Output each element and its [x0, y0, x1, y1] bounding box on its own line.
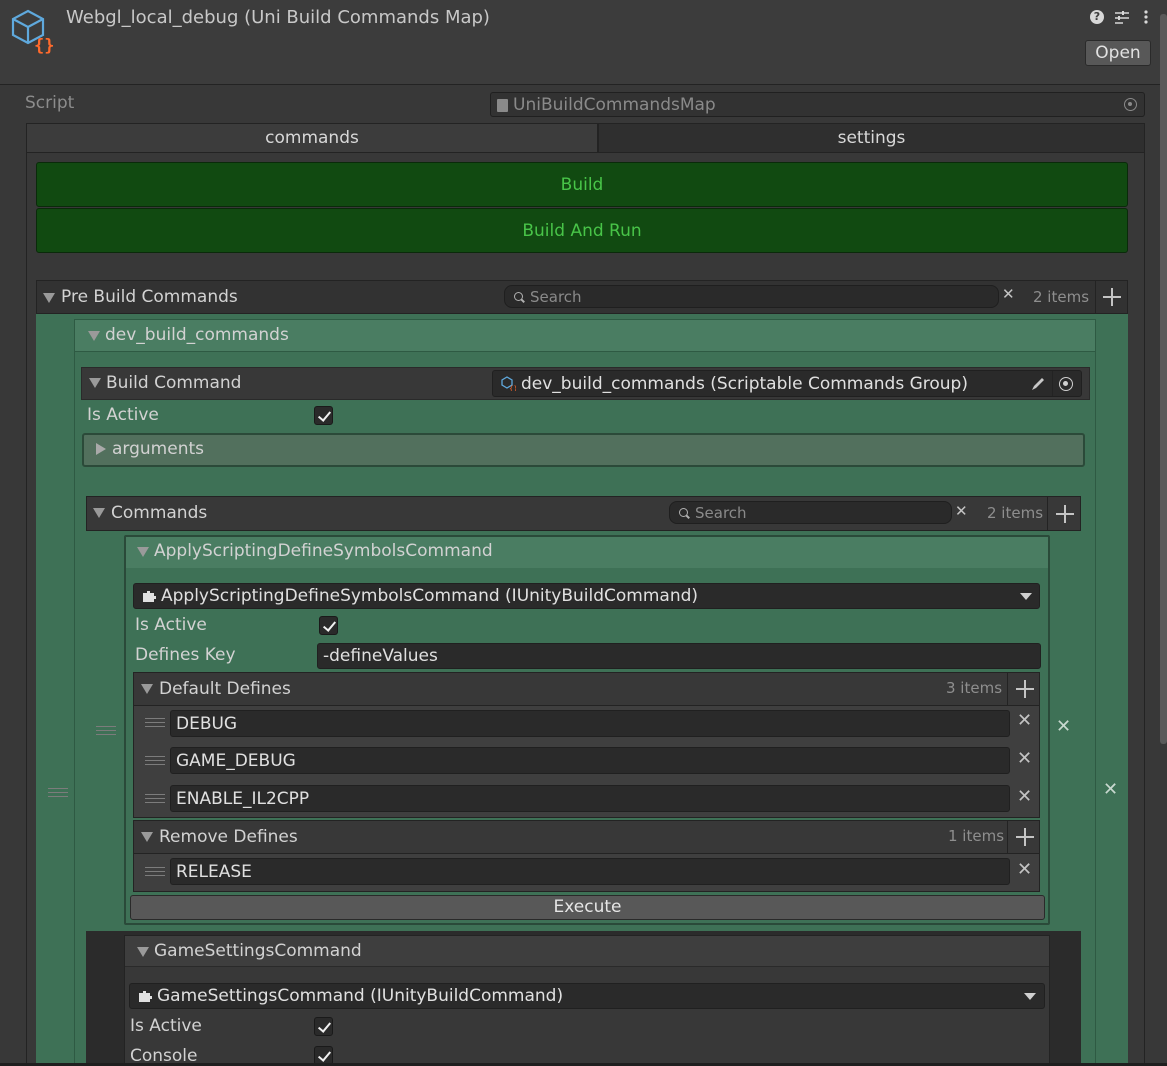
remove-element-icon[interactable]: ✕	[1017, 750, 1032, 768]
foldout-arrow-icon[interactable]	[137, 547, 149, 557]
list-item-input[interactable]: RELEASE	[170, 858, 1010, 885]
add-icon[interactable]	[1016, 828, 1034, 846]
chevron-down-icon	[1020, 593, 1032, 600]
defines-key-input[interactable]: -defineValues	[317, 643, 1041, 669]
script-label: Script	[25, 93, 75, 113]
clear-search-icon[interactable]: ✕	[955, 504, 968, 519]
svg-text:{}: {}	[34, 36, 54, 54]
divider	[1047, 497, 1048, 530]
chevron-down-icon	[1024, 993, 1036, 1000]
sliders-icon[interactable]	[1114, 9, 1130, 25]
divider	[1095, 281, 1096, 313]
remove-element-icon[interactable]: ✕	[1103, 781, 1118, 799]
scriptable-object-icon: {}	[10, 8, 56, 56]
inspector-title: Webgl_local_debug (Uni Build Commands Ma…	[66, 7, 490, 28]
pre-build-count: 2 items	[1033, 288, 1090, 306]
remove-element-icon[interactable]: ✕	[1056, 718, 1071, 736]
remove-element-icon[interactable]: ✕	[1017, 712, 1032, 730]
foldout-arrow-icon[interactable]	[137, 947, 149, 957]
divider	[1007, 673, 1008, 705]
svg-text:{}: {}	[509, 385, 516, 391]
build-command-field[interactable]: {} dev_build_commands (Scriptable Comman…	[492, 370, 1082, 397]
is-active-label: Is Active	[130, 1016, 202, 1036]
foldout-arrow-icon[interactable]	[93, 508, 105, 518]
command-item-1-label: ApplyScriptingDefineSymbolsCommand	[154, 541, 493, 561]
divider	[1007, 821, 1008, 853]
arguments-foldout[interactable]	[82, 433, 1085, 467]
commands-search-input[interactable]: Search	[669, 501, 952, 524]
is-active-checkbox[interactable]	[314, 406, 333, 425]
is-active-label: Is Active	[135, 615, 207, 635]
command-type-dropdown[interactable]: ApplyScriptingDefineSymbolsCommand (IUni…	[133, 583, 1040, 609]
add-icon[interactable]	[1016, 680, 1034, 698]
drag-handle-icon[interactable]	[145, 756, 165, 768]
commands-label: Commands	[111, 503, 208, 523]
cs-script-icon	[497, 99, 508, 112]
clear-search-icon[interactable]: ✕	[1002, 287, 1015, 302]
script-field[interactable]: UniBuildCommandsMap	[490, 92, 1145, 117]
foldout-arrow-icon[interactable]	[96, 443, 106, 455]
command-type-dropdown[interactable]: GameSettingsCommand (IUnityBuildCommand)	[129, 983, 1045, 1009]
search-icon	[514, 292, 523, 301]
remove-defines-count: 1 items	[948, 827, 1005, 845]
foldout-arrow-icon[interactable]	[88, 331, 100, 341]
puzzle-icon	[138, 989, 153, 1003]
drag-handle-icon[interactable]	[48, 788, 68, 800]
drag-handle-icon[interactable]	[145, 867, 165, 879]
default-defines-label: Default Defines	[159, 679, 291, 699]
execute-button[interactable]: Execute	[130, 895, 1045, 920]
list-item-input[interactable]: GAME_DEBUG	[170, 747, 1010, 774]
remove-element-icon[interactable]: ✕	[1017, 788, 1032, 806]
foldout-arrow-icon[interactable]	[89, 378, 101, 388]
arguments-label: arguments	[112, 439, 204, 459]
default-defines-count: 3 items	[946, 679, 1003, 697]
pencil-icon[interactable]	[1029, 375, 1047, 393]
defines-key-label: Defines Key	[135, 645, 236, 665]
is-active-checkbox[interactable]	[319, 616, 338, 635]
is-active-checkbox[interactable]	[314, 1017, 333, 1036]
tab-settings[interactable]: settings	[598, 123, 1145, 153]
open-button[interactable]: Open	[1085, 40, 1151, 66]
vertical-dots-icon[interactable]	[1141, 9, 1151, 25]
add-icon[interactable]	[1056, 505, 1074, 523]
search-icon	[679, 508, 688, 517]
tab-commands[interactable]: commands	[26, 123, 598, 153]
object-picker-icon[interactable]	[1059, 377, 1073, 391]
pre-build-label: Pre Build Commands	[61, 287, 238, 307]
foldout-arrow-icon[interactable]	[141, 832, 153, 842]
list-item-input[interactable]: DEBUG	[170, 710, 1010, 737]
pre-build-search-input[interactable]: Search	[504, 285, 999, 308]
dev-build-group-label: dev_build_commands	[105, 325, 289, 345]
foldout-arrow-icon[interactable]	[141, 684, 153, 694]
remove-defines-label: Remove Defines	[159, 827, 298, 847]
drag-handle-icon[interactable]	[96, 726, 116, 738]
is-active-label: Is Active	[87, 405, 159, 425]
drag-handle-icon[interactable]	[145, 718, 165, 730]
puzzle-icon	[142, 589, 157, 603]
scrollbar-thumb[interactable]	[1160, 14, 1167, 744]
list-item-input[interactable]: ENABLE_IL2CPP	[170, 785, 1010, 812]
add-icon[interactable]	[1103, 288, 1121, 306]
build-and-run-button[interactable]: Build And Run	[36, 208, 1128, 253]
help-icon[interactable]: ?	[1090, 10, 1104, 24]
drag-handle-icon[interactable]	[145, 794, 165, 806]
build-command-label: Build Command	[106, 373, 242, 393]
build-button[interactable]: Build	[36, 162, 1128, 207]
divider	[1052, 371, 1053, 396]
object-picker-icon[interactable]	[1124, 98, 1137, 111]
foldout-arrow-icon[interactable]	[43, 293, 55, 303]
scriptable-object-icon: {}	[501, 376, 518, 393]
command-item-2-label: GameSettingsCommand	[154, 941, 362, 961]
remove-element-icon[interactable]: ✕	[1017, 861, 1032, 879]
commands-count: 2 items	[987, 504, 1044, 522]
